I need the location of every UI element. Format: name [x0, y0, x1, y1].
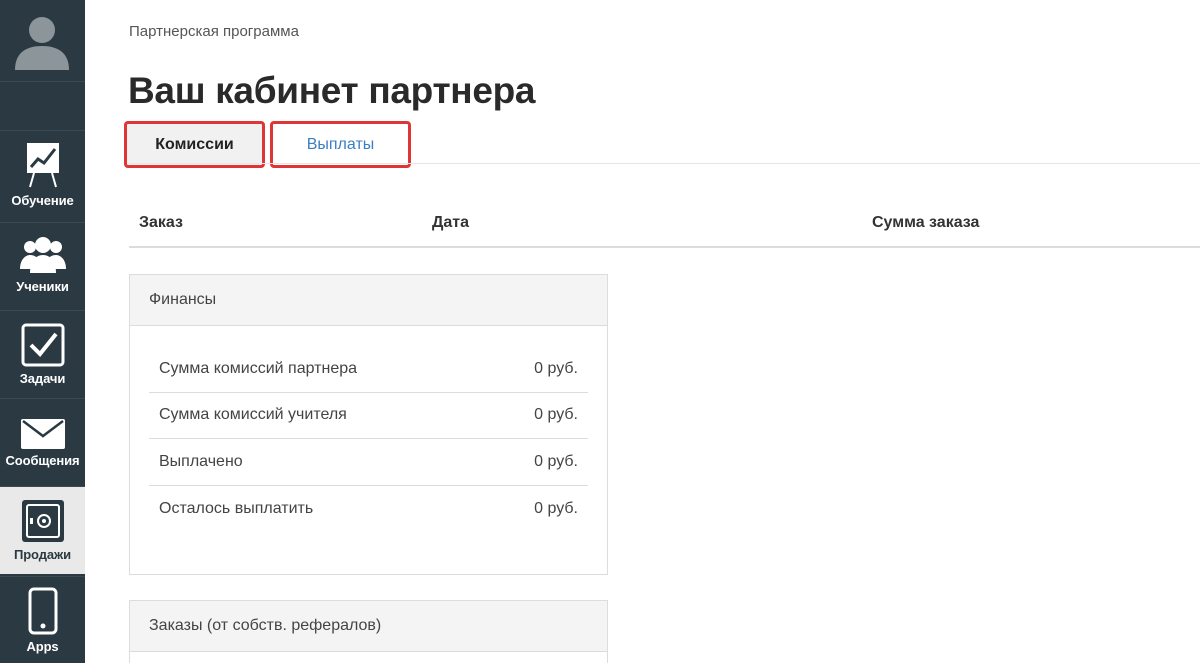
sidebar: Обучение Ученики Задачи Сообщения Продаж… — [0, 0, 85, 663]
column-header-order[interactable]: Заказ — [139, 214, 183, 232]
users-icon — [19, 237, 66, 273]
chart-board-icon — [26, 143, 59, 188]
finance-panel-title: Финансы — [130, 275, 607, 326]
sidebar-item-label: Продажи — [13, 547, 72, 562]
sidebar-item-students[interactable]: Ученики — [0, 222, 85, 308]
main-content: Партнерская программа Ваш кабинет партне… — [85, 0, 1200, 663]
finance-row-value: 0 руб. — [534, 499, 578, 517]
safe-icon — [21, 500, 64, 542]
finance-row: Выплачено 0 руб. — [149, 439, 588, 486]
sidebar-item-messages[interactable]: Сообщения — [0, 398, 85, 484]
finance-row-label: Сумма комиссий партнера — [159, 359, 358, 377]
finance-row-value: 0 руб. — [534, 406, 578, 424]
sidebar-item-tasks[interactable]: Задачи — [0, 310, 85, 396]
finance-row-label: Сумма комиссий учителя — [159, 406, 347, 424]
sidebar-item-label: Обучение — [11, 193, 74, 208]
finance-panel: Финансы Сумма комиссий партнера 0 руб. С… — [129, 274, 608, 575]
sidebar-item-label: Сообщения — [5, 453, 80, 468]
finance-row-value: 0 руб. — [534, 359, 578, 377]
phone-icon — [28, 587, 57, 635]
checkbox-icon — [21, 323, 64, 367]
breadcrumb[interactable]: Партнерская программа — [129, 23, 299, 40]
page-title: Ваш кабинет партнера — [128, 70, 536, 111]
sidebar-item-label: Apps — [26, 639, 59, 654]
finance-row: Сумма комиссий партнера 0 руб. — [149, 346, 588, 393]
avatar[interactable] — [0, 0, 85, 82]
sidebar-item-label: Ученики — [16, 279, 69, 294]
tab-payouts[interactable]: Выплаты — [270, 121, 411, 168]
finance-row: Осталось выплатить 0 руб. — [149, 486, 588, 533]
sidebar-item-apps[interactable]: Apps — [0, 576, 85, 663]
sidebar-item-learning[interactable]: Обучение — [0, 130, 85, 216]
orders-panel: Заказы (от собств. рефералов) — [129, 600, 608, 663]
finance-row-label: Осталось выплатить — [159, 499, 314, 517]
user-silhouette-icon — [11, 8, 73, 70]
column-header-date[interactable]: Дата — [432, 214, 469, 232]
finance-row-label: Выплачено — [159, 452, 243, 470]
orders-panel-title: Заказы (от собств. рефералов) — [130, 601, 607, 652]
sidebar-item-sales[interactable]: Продажи — [0, 486, 85, 574]
finance-row-value: 0 руб. — [534, 452, 578, 470]
finance-row: Сумма комиссий учителя 0 руб. — [149, 393, 588, 439]
tabs-divider — [129, 163, 1200, 164]
tab-commissions[interactable]: Комиссии — [124, 121, 265, 168]
column-header-order-sum[interactable]: Сумма заказа — [872, 214, 979, 232]
envelope-icon — [20, 419, 65, 449]
sidebar-item-label: Задачи — [19, 371, 66, 386]
table-header-divider — [129, 246, 1200, 248]
